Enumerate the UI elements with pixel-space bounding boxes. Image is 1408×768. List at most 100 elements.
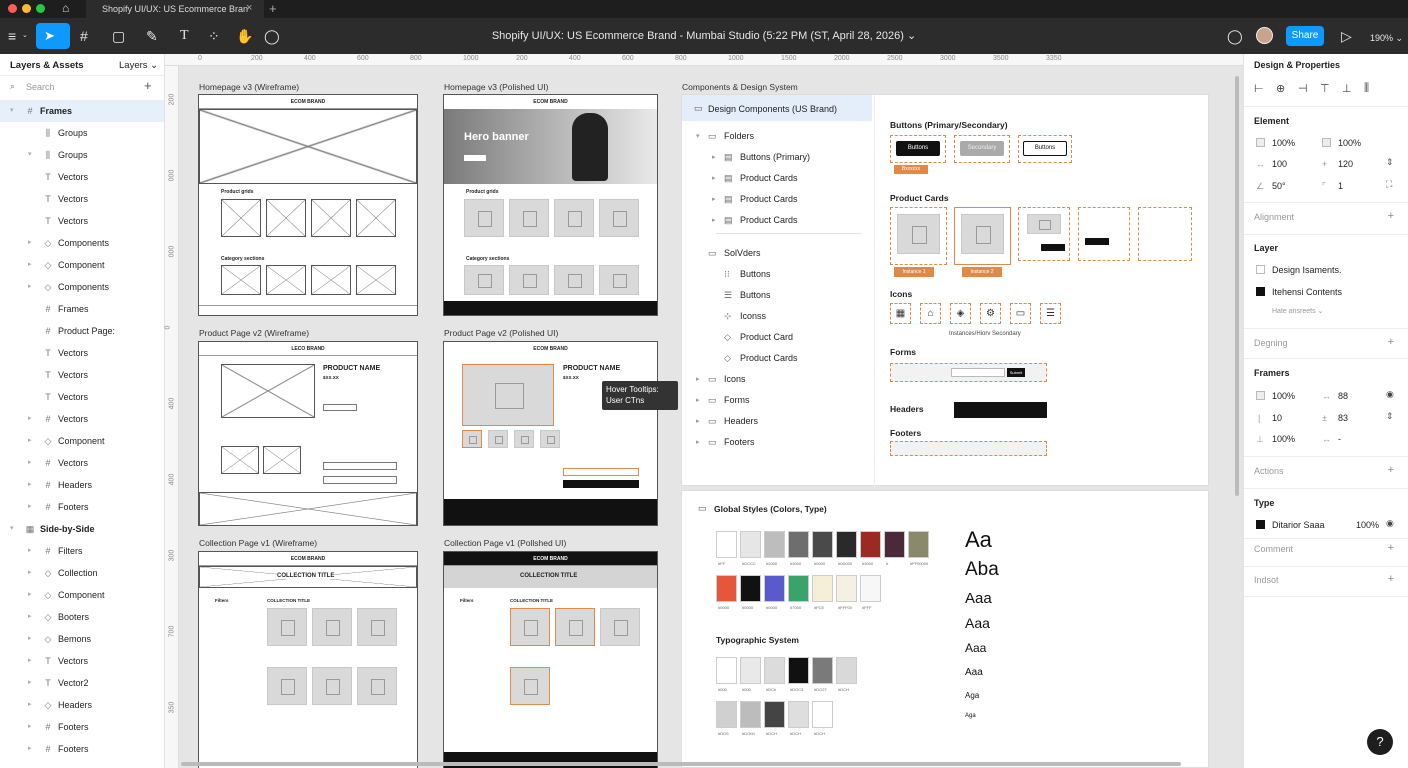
pen-tool-icon[interactable]: ✎ [146,28,158,44]
product-image[interactable] [555,608,595,646]
layer-item[interactable]: T Vectors [0,166,164,188]
layer-item[interactable]: # Frames [0,298,164,320]
layer-item[interactable]: T Vectors [0,342,164,364]
y-value[interactable]: 120 [1338,159,1353,169]
tree-item-label[interactable]: Buttons (Primary) [740,152,810,162]
tree-item-label[interactable]: Forms [724,395,750,405]
horizontal-scrollbar[interactable] [181,762,1181,766]
color-swatch[interactable] [884,531,905,558]
close-window-dot[interactable] [8,4,17,13]
product-polished-frame[interactable]: ECOM BRAND PRODUCT NAME $XX.XX [443,341,658,526]
framer-value-2[interactable]: 88 [1338,391,1348,401]
add-indsot-icon[interactable]: + [1388,573,1394,585]
icon-sample[interactable]: ☰ [1040,303,1061,324]
minimize-window-dot[interactable] [22,4,31,13]
move-tool-button[interactable]: ➤ [36,23,70,49]
type-color-icon[interactable] [1256,520,1265,529]
layer-item[interactable]: ▸ # Footers [0,738,164,760]
layer-item[interactable]: ▸ ◇ Component [0,584,164,606]
product-wireframe-frame[interactable]: LECO BRAND PRODUCT NAME $XX.XX [198,341,418,526]
color-swatch[interactable] [716,657,737,684]
hand-tool-icon[interactable]: ✋ [236,28,253,44]
add-action-icon[interactable]: + [1388,464,1394,476]
frame-label-collection-polished[interactable]: Collection Page v1 (Pollshed UI) [444,538,566,548]
color-swatch[interactable] [836,657,857,684]
layer-checkbox[interactable] [1256,265,1265,274]
tree-item-label[interactable]: Product Cards [740,353,798,363]
frame-label-homepage-wireframe[interactable]: Homepage v3 (Wireframe) [199,82,299,92]
add-alignment-icon[interactable]: + [1388,210,1394,222]
layer-item[interactable]: ▸ # Footers [0,716,164,738]
layer-row-1[interactable]: Design Isaments. [1272,265,1342,275]
layer-item[interactable]: T Vectors [0,364,164,386]
avatar[interactable] [1256,27,1273,44]
tab-layers-assets[interactable]: Layers & Assets [10,60,84,71]
width-value[interactable]: 100% [1272,138,1295,148]
layer-item[interactable]: ▸ ◇ Component [0,430,164,452]
color-swatch[interactable] [812,531,833,558]
alignment-section-title[interactable]: Alignment [1254,212,1294,222]
layers-search[interactable]: ⌕ Search + [0,76,164,100]
color-swatch[interactable] [812,657,833,684]
present-icon[interactable]: ▷ [1341,28,1352,44]
layer-row-2[interactable]: Itehensi Contents [1272,287,1342,297]
outline-button-sample[interactable]: Buttons [1023,141,1067,156]
canvas[interactable]: Homepage v3 (Wireframe) Homepage v3 (Pol… [179,66,1243,768]
framer-value-3[interactable]: 10 [1272,413,1282,423]
chevron-icon[interactable]: ▸ [28,672,32,694]
vertical-scrollbar[interactable] [1235,76,1239,496]
tree-item-label[interactable]: Headers [724,416,758,426]
comments-icon[interactable]: ◯ [1227,28,1243,44]
add-comment-icon[interactable]: + [1388,542,1394,554]
tree-root-label[interactable]: Design Components (US Brand) [708,104,837,114]
tree-item-label[interactable]: Product Card [740,332,793,342]
framer-value-5[interactable]: 100% [1272,434,1295,444]
chevron-icon[interactable]: ▾ [10,518,14,540]
layer-item[interactable]: ▾ ▦ Side-by-Side [0,518,164,540]
chevron-icon[interactable]: ▸ [28,496,32,518]
form-submit[interactable]: Submit [1007,368,1025,377]
tree-item-label[interactable]: Product Cards [740,215,798,225]
color-swatch[interactable] [860,531,881,558]
color-swatch[interactable] [836,575,857,602]
align-icon[interactable]: ⊕ [1276,82,1285,95]
eye-icon[interactable]: ◉ [1386,518,1394,529]
layer-item[interactable]: T Vectors [0,386,164,408]
chevron-icon[interactable]: ▸ [28,628,32,650]
chevron-icon[interactable]: ▸ [28,540,32,562]
tab-layers-dropdown[interactable]: Layers ⌄ [119,60,158,71]
expand-icon[interactable]: ⛶ [1386,179,1392,190]
hero-banner[interactable]: Hero banner [444,109,657,184]
layer-item[interactable]: ▸ # Headers [0,474,164,496]
close-tab-icon[interactable]: × [246,2,252,14]
help-button[interactable]: ? [1367,729,1393,755]
align-icon[interactable]: ⫼ [1364,82,1369,95]
chevron-icon[interactable]: ▸ [712,195,716,203]
chevron-icon[interactable]: ▸ [696,438,700,446]
layer-color-icon[interactable] [1256,287,1265,296]
layer-item[interactable]: ▸ ◇ Headers [0,694,164,716]
align-icon[interactable]: ⊥ [1342,82,1352,95]
color-swatch[interactable] [764,575,785,602]
chevron-icon[interactable]: ▸ [28,254,32,276]
color-swatch[interactable] [788,531,809,558]
chevron-icon[interactable]: ▸ [28,584,32,606]
color-swatch[interactable] [764,701,785,728]
radius-value[interactable]: 1 [1338,181,1343,191]
color-swatch[interactable] [764,531,785,558]
color-swatch[interactable] [788,575,809,602]
color-swatch[interactable] [740,701,761,728]
chevron-icon[interactable]: ▸ [28,452,32,474]
chevron-icon[interactable]: ▾ [28,144,32,166]
align-icon[interactable]: ⊤ [1320,82,1330,95]
frame-label-collection-wireframe[interactable]: Collection Page v1 (Wireframe) [199,538,317,548]
components-tool-icon[interactable]: ⁘ [208,28,220,44]
layer-item[interactable]: ▸ ◇ Collection [0,562,164,584]
chevron-icon[interactable]: ▸ [28,408,32,430]
layer-item[interactable]: T Vectors [0,188,164,210]
chevron-icon[interactable]: ▸ [28,606,32,628]
icon-sample[interactable]: ◈ [950,303,971,324]
comment-section-title[interactable]: Comment [1254,544,1293,554]
color-swatch[interactable] [740,657,761,684]
collection-wireframe-frame[interactable]: ECOM BRAND COLLECTION TITLE Filters COLL… [198,551,418,768]
